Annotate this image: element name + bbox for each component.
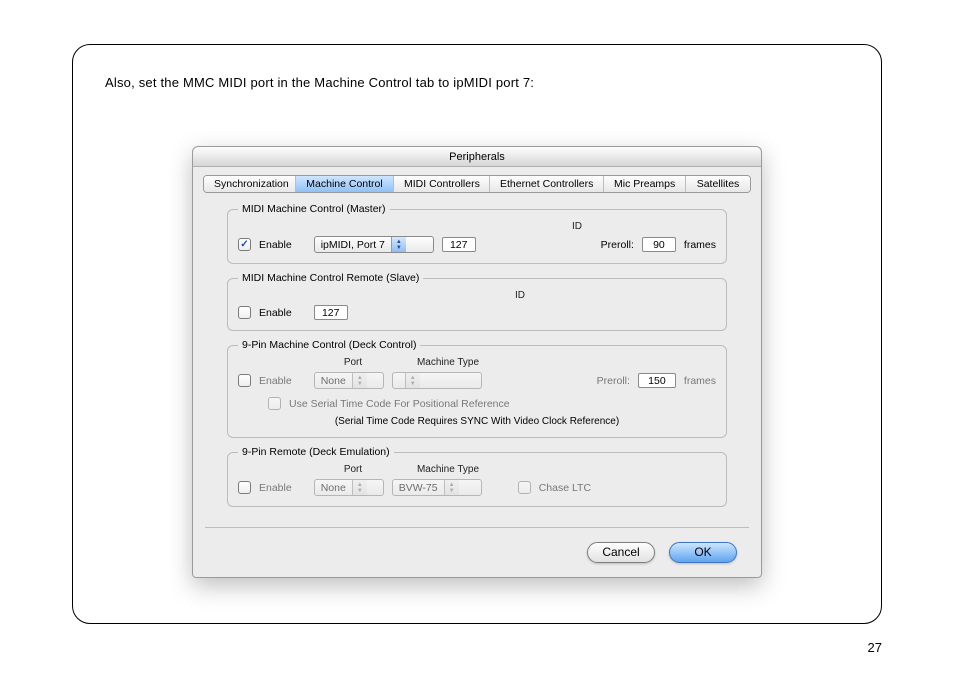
updown-icon: ▲▼: [444, 480, 459, 495]
frames-label-master: frames: [684, 239, 716, 251]
instruction-text: Also, set the MMC MIDI port in the Machi…: [105, 75, 849, 90]
tab-midi-controllers[interactable]: MIDI Controllers: [394, 176, 490, 192]
enable-label-remote: Enable: [259, 482, 292, 494]
legend-mmc-master: MIDI Machine Control (Master): [238, 203, 390, 215]
group-9pin-deck: 9-Pin Machine Control (Deck Control) Por…: [227, 339, 727, 438]
group-9pin-remote: 9-Pin Remote (Deck Emulation) Port Machi…: [227, 446, 727, 507]
group-mmc-slave: MIDI Machine Control Remote (Slave) ID E…: [227, 272, 727, 331]
chase-ltc-checkbox[interactable]: [518, 481, 531, 494]
serial-note: (Serial Time Code Requires SYNC With Vid…: [238, 416, 716, 427]
enable-label-slave: Enable: [259, 307, 292, 319]
group-mmc-master: MIDI Machine Control (Master) ID Enable …: [227, 203, 727, 264]
tab-machine-control[interactable]: Machine Control: [296, 176, 394, 192]
updown-icon: ▲▼: [352, 480, 367, 495]
preroll-label-deck: Preroll:: [597, 375, 630, 387]
port-value-remote: None: [315, 482, 352, 494]
port-header-deck: Port: [308, 357, 398, 368]
machine-combo-remote[interactable]: BVW-75 ▲▼: [392, 479, 482, 496]
legend-9pin-remote: 9-Pin Remote (Deck Emulation): [238, 446, 394, 458]
enable-label-deck: Enable: [259, 375, 292, 387]
serial-check-label: Use Serial Time Code For Positional Refe…: [289, 398, 510, 410]
port-combo-remote[interactable]: None ▲▼: [314, 479, 384, 496]
serial-checkbox[interactable]: [268, 397, 281, 410]
chase-ltc-label: Chase LTC: [539, 482, 591, 494]
dialog-panel: MIDI Machine Control (Master) ID Enable …: [205, 203, 749, 521]
updown-icon: ▲▼: [405, 373, 420, 388]
port-value-deck: None: [315, 375, 352, 387]
machine-value-remote: BVW-75: [393, 482, 444, 494]
tab-satellites[interactable]: Satellites: [686, 176, 750, 192]
tab-synchronization[interactable]: Synchronization: [204, 176, 296, 192]
port-combo-deck[interactable]: None ▲▼: [314, 372, 384, 389]
cancel-button[interactable]: Cancel: [587, 542, 655, 563]
preroll-field-deck[interactable]: 150: [638, 373, 676, 388]
port-header-remote: Port: [308, 464, 398, 475]
ok-button[interactable]: OK: [669, 542, 737, 563]
legend-9pin-deck: 9-Pin Machine Control (Deck Control): [238, 339, 420, 351]
tab-ethernet-controllers[interactable]: Ethernet Controllers: [490, 176, 604, 192]
page-number: 27: [868, 640, 882, 655]
id-field-slave[interactable]: 127: [314, 305, 348, 320]
enable-checkbox-remote[interactable]: [238, 481, 251, 494]
updown-icon: ▲▼: [352, 373, 367, 388]
machine-header-remote: Machine Type: [398, 464, 498, 475]
enable-checkbox-deck[interactable]: [238, 374, 251, 387]
preroll-field-master[interactable]: 90: [642, 237, 676, 252]
updown-icon: ▲▼: [391, 237, 406, 252]
enable-checkbox-slave[interactable]: [238, 306, 251, 319]
enable-checkbox-master[interactable]: [238, 238, 251, 251]
tab-bar: Synchronization Machine Control MIDI Con…: [203, 175, 751, 193]
id-field-master[interactable]: 127: [442, 237, 476, 252]
tab-mic-preamps[interactable]: Mic Preamps: [604, 176, 686, 192]
peripherals-dialog: Peripherals Synchronization Machine Cont…: [192, 146, 762, 578]
id-header-master: ID: [438, 221, 716, 232]
enable-label-master: Enable: [259, 239, 292, 251]
machine-combo-deck[interactable]: ▲▼: [392, 372, 482, 389]
legend-mmc-slave: MIDI Machine Control Remote (Slave): [238, 272, 423, 284]
preroll-label-master: Preroll:: [601, 239, 634, 251]
port-value-master: ipMIDI, Port 7: [315, 239, 391, 251]
port-combo-master[interactable]: ipMIDI, Port 7 ▲▼: [314, 236, 434, 253]
dialog-footer: Cancel OK: [205, 527, 749, 577]
machine-header-deck: Machine Type: [398, 357, 498, 368]
dialog-title: Peripherals: [193, 147, 761, 167]
frames-label-deck: frames: [684, 375, 716, 387]
id-header-slave: ID: [324, 290, 716, 301]
